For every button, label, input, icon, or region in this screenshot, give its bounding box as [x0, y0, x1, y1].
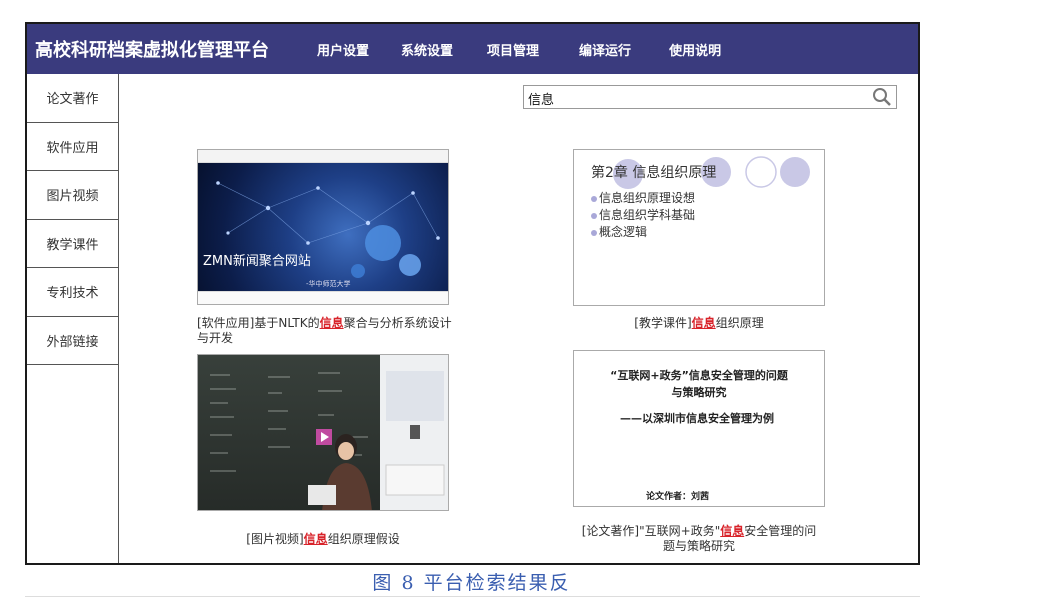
caption-text: [图片视频]: [246, 532, 304, 546]
result-caption-courseware[interactable]: [教学课件]信息组织原理: [573, 316, 825, 331]
slide-bullet: 概念逻辑: [591, 224, 695, 241]
result-caption-video[interactable]: [图片视频]信息组织原理假设: [197, 532, 449, 547]
sidebar-item-papers[interactable]: 论文著作: [27, 74, 118, 123]
sidebar-item-media[interactable]: 图片视频: [27, 171, 118, 220]
result-thumbnail-paper[interactable]: “互联网+政务”信息安全管理的问题 与策略研究 ——以深圳市信息安全管理为例 论…: [573, 350, 825, 507]
bullet-dot-icon: [591, 212, 597, 219]
keyword-highlight: 信息: [303, 532, 328, 546]
bullet-dot-icon: [591, 229, 597, 236]
sidebar-item-software[interactable]: 软件应用: [27, 123, 118, 171]
keyword-highlight: 信息: [319, 316, 344, 330]
thumbnail-title: ZMN新闻聚合网站: [203, 254, 311, 269]
nav-project-management[interactable]: 项目管理: [487, 40, 539, 59]
nav-system-settings[interactable]: 系统设置: [401, 40, 453, 59]
thumbnail-footer: [198, 291, 448, 304]
result-thumbnail-courseware[interactable]: 第2章 信息组织原理 信息组织原理设想 信息组织学科基础 概念逻辑: [573, 149, 825, 306]
slide-bullet-text: 信息组织学科基础: [599, 208, 696, 222]
result-caption-software[interactable]: [软件应用]基于NLTK的信息聚合与分析系统设计与开发: [197, 316, 457, 346]
app-window: 高校科研档案虚拟化管理平台 用户设置 系统设置 项目管理 编译运行 使用说明 论…: [25, 22, 920, 565]
bullet-dot-icon: [591, 195, 597, 202]
keyword-highlight: 信息: [720, 524, 745, 538]
play-icon[interactable]: [316, 429, 332, 445]
thumbnail-browser-bar: [198, 150, 448, 163]
top-navigation-bar: 高校科研档案虚拟化管理平台 用户设置 系统设置 项目管理 编译运行 使用说明: [27, 24, 918, 74]
slide-bullet-text: 概念逻辑: [599, 225, 648, 239]
keyword-highlight: 信息: [691, 316, 716, 330]
result-caption-paper[interactable]: [论文著作]"互联网+政务"信息安全管理的问题与策略研究: [579, 524, 819, 554]
main-nav: 用户设置 系统设置 项目管理 编译运行 使用说明: [295, 40, 721, 59]
result-thumbnail-video[interactable]: [197, 354, 449, 511]
caption-text: [教学课件]: [634, 316, 692, 330]
thumbnail-subtitle: -华中师范大学: [306, 280, 351, 288]
caption-text: [软件应用]基于NLTK的: [197, 316, 320, 330]
figure-caption: 图 8 平台检索结果反: [372, 572, 571, 594]
paper-title-line2: 与策略研究: [671, 386, 727, 399]
search-input[interactable]: 信息: [523, 85, 897, 109]
network-decoration: [216, 181, 440, 278]
sidebar-item-patents[interactable]: 专利技术: [27, 268, 118, 317]
caption-text: [论文著作]"互联网+政务": [581, 524, 721, 538]
slide-bullet: 信息组织学科基础: [591, 207, 695, 224]
slide-bullet-text: 信息组织原理设想: [599, 191, 696, 205]
nav-compile-run[interactable]: 编译运行: [579, 40, 631, 59]
app-title: 高校科研档案虚拟化管理平台: [35, 40, 269, 61]
slide-title: 第2章 信息组织原理: [591, 165, 717, 181]
caption-text: 组织原理: [715, 316, 764, 330]
divider: [25, 596, 920, 597]
slide-bullet-list: 信息组织原理设想 信息组织学科基础 概念逻辑: [591, 190, 695, 241]
thumbnail-hero: ZMN新闻聚合网站 -华中师范大学: [198, 163, 448, 293]
caption-text: 组织原理假设: [327, 532, 400, 546]
sidebar-item-courseware[interactable]: 教学课件: [27, 220, 118, 268]
paper-title-line1: “互联网+政务”信息安全管理的问题: [610, 369, 788, 382]
nav-help[interactable]: 使用说明: [669, 40, 721, 59]
search-icon[interactable]: [872, 87, 892, 107]
slide-bullet: 信息组织原理设想: [591, 190, 695, 207]
result-thumbnail-software[interactable]: ZMN新闻聚合网站 -华中师范大学: [197, 149, 449, 305]
paper-author: 论文作者：刘茜: [646, 492, 710, 502]
sidebar-item-external-links[interactable]: 外部链接: [27, 317, 118, 365]
nav-user-settings[interactable]: 用户设置: [317, 40, 369, 59]
category-sidebar: 论文著作 软件应用 图片视频 教学课件 专利技术 外部链接: [27, 74, 119, 563]
paper-subtitle: ——以深圳市信息安全管理为例: [620, 412, 774, 425]
search-value: 信息: [528, 93, 555, 108]
